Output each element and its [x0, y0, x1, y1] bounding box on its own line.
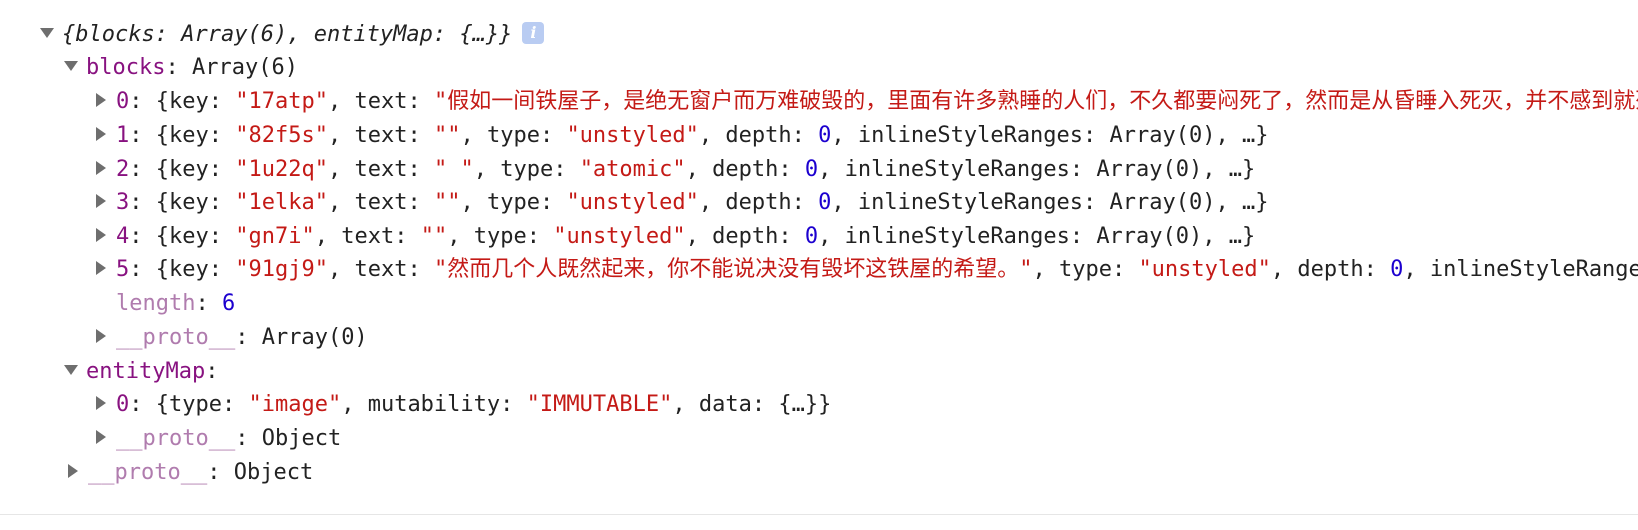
- entitymap-property-row[interactable]: entityMap:: [64, 355, 218, 389]
- block-row-4[interactable]: 4: {key: "gn7i", text: "", type: "unstyl…: [94, 220, 1255, 254]
- block-tail-key: inlineStyleRanges: [1429, 257, 1638, 282]
- block-text: "然而几个人既然起来，你不能说决没有毁坏这铁屋的希望。": [433, 257, 1033, 282]
- property-key: length: [116, 291, 196, 316]
- collapse-triangle-icon[interactable]: [96, 329, 106, 343]
- block-row-1[interactable]: 1: {key: "82f5s", text: "", type: "unsty…: [94, 119, 1269, 153]
- property-value: 6: [221, 291, 236, 316]
- block-text: "": [433, 123, 461, 148]
- array-index: 2: [116, 157, 130, 182]
- info-icon[interactable]: i: [522, 22, 545, 44]
- block-key: "1u22q": [235, 157, 328, 182]
- entity-row-0[interactable]: 0: {type: "image", mutability: "IMMUTABL…: [94, 388, 831, 422]
- proto-value: Object: [261, 426, 342, 451]
- block-type: "atomic": [579, 157, 686, 182]
- blocks-property-row[interactable]: blocks: Array(6): [64, 51, 298, 85]
- block-depth: 0: [818, 190, 832, 215]
- entity-data: {…}: [778, 392, 819, 417]
- block-isr: Array(0): [1096, 224, 1203, 249]
- block-row-0[interactable]: 0: {key: "17atp", text: "假如一间铁屋子，是绝无窗户而万…: [94, 85, 1638, 119]
- entity-mutability: "IMMUTABLE": [526, 392, 673, 417]
- property-value: Array(6): [191, 55, 298, 80]
- root-proto-row[interactable]: __proto__: Object: [66, 456, 313, 490]
- proto-key: __proto__: [88, 460, 208, 485]
- block-type: "unstyled": [1138, 257, 1271, 282]
- collapse-triangle-icon[interactable]: [96, 194, 106, 208]
- block-type: "unstyled": [566, 190, 699, 215]
- block-key: "17atp": [235, 89, 328, 114]
- proto-value: Array(0): [261, 325, 368, 350]
- collapse-triangle-icon[interactable]: [96, 396, 106, 410]
- proto-key: __proto__: [116, 325, 236, 350]
- block-text: "假如一间铁屋子，是绝无窗户而万难破毁的，里面有许多熟睡的人们，不久都要闷死了，…: [433, 89, 1638, 114]
- block-key: "91gj9": [235, 257, 328, 282]
- block-key: "1elka": [235, 190, 328, 215]
- block-text: "": [420, 224, 448, 249]
- block-key: "gn7i": [235, 224, 315, 249]
- array-index: 1: [116, 123, 130, 148]
- collapse-triangle-icon[interactable]: [96, 430, 106, 444]
- collapse-triangle-icon[interactable]: [68, 464, 78, 478]
- collapse-triangle-icon[interactable]: [96, 261, 106, 275]
- block-depth: 0: [1390, 257, 1404, 282]
- expand-triangle-icon[interactable]: [64, 365, 78, 375]
- block-depth: 0: [818, 123, 832, 148]
- proto-value: Object: [233, 460, 314, 485]
- block-isr: Array(0): [1096, 157, 1203, 182]
- entity-index: 0: [116, 392, 130, 417]
- root-summary: {blocks: Array(6), entityMap: {…}}: [62, 22, 513, 47]
- collapse-triangle-icon[interactable]: [96, 93, 106, 107]
- expand-triangle-icon[interactable]: [40, 28, 54, 38]
- length-property-row: length: 6: [116, 291, 236, 316]
- block-isr: Array(0): [1109, 123, 1216, 148]
- collapse-triangle-icon[interactable]: [96, 127, 106, 141]
- block-row-3[interactable]: 3: {key: "1elka", text: "", type: "unsty…: [94, 186, 1269, 220]
- array-index: 0: [116, 89, 130, 114]
- blocks-proto-row[interactable]: __proto__: Array(0): [94, 321, 368, 355]
- array-index: 3: [116, 190, 130, 215]
- entitymap-proto-row[interactable]: __proto__: Object: [94, 422, 341, 456]
- entity-type: "image": [248, 392, 342, 417]
- console-object-tree: {blocks: Array(6), entityMap: {…}} i bloc…: [0, 0, 1638, 515]
- block-type: "unstyled": [553, 224, 686, 249]
- property-key: blocks: [86, 55, 166, 80]
- block-type: "unstyled": [566, 123, 699, 148]
- block-depth: 0: [804, 224, 819, 249]
- block-text: " ": [433, 157, 474, 182]
- block-isr: Array(0): [1109, 190, 1216, 215]
- block-row-5[interactable]: 5: {key: "91gj9", text: "然而几个人既然起来，你不能说决…: [94, 253, 1638, 287]
- collapse-triangle-icon[interactable]: [96, 228, 106, 242]
- root-object-row[interactable]: {blocks: Array(6), entityMap: {…}} i: [40, 18, 545, 52]
- block-depth: 0: [804, 157, 819, 182]
- collapse-triangle-icon[interactable]: [96, 161, 106, 175]
- array-index: 4: [116, 224, 130, 249]
- block-text: "": [433, 190, 461, 215]
- property-key: entityMap: [86, 359, 206, 384]
- block-row-2[interactable]: 2: {key: "1u22q", text: " ", type: "atom…: [94, 153, 1255, 187]
- array-index: 5: [116, 257, 130, 282]
- proto-key: __proto__: [116, 426, 236, 451]
- block-key: "82f5s": [235, 123, 328, 148]
- expand-triangle-icon[interactable]: [64, 61, 78, 71]
